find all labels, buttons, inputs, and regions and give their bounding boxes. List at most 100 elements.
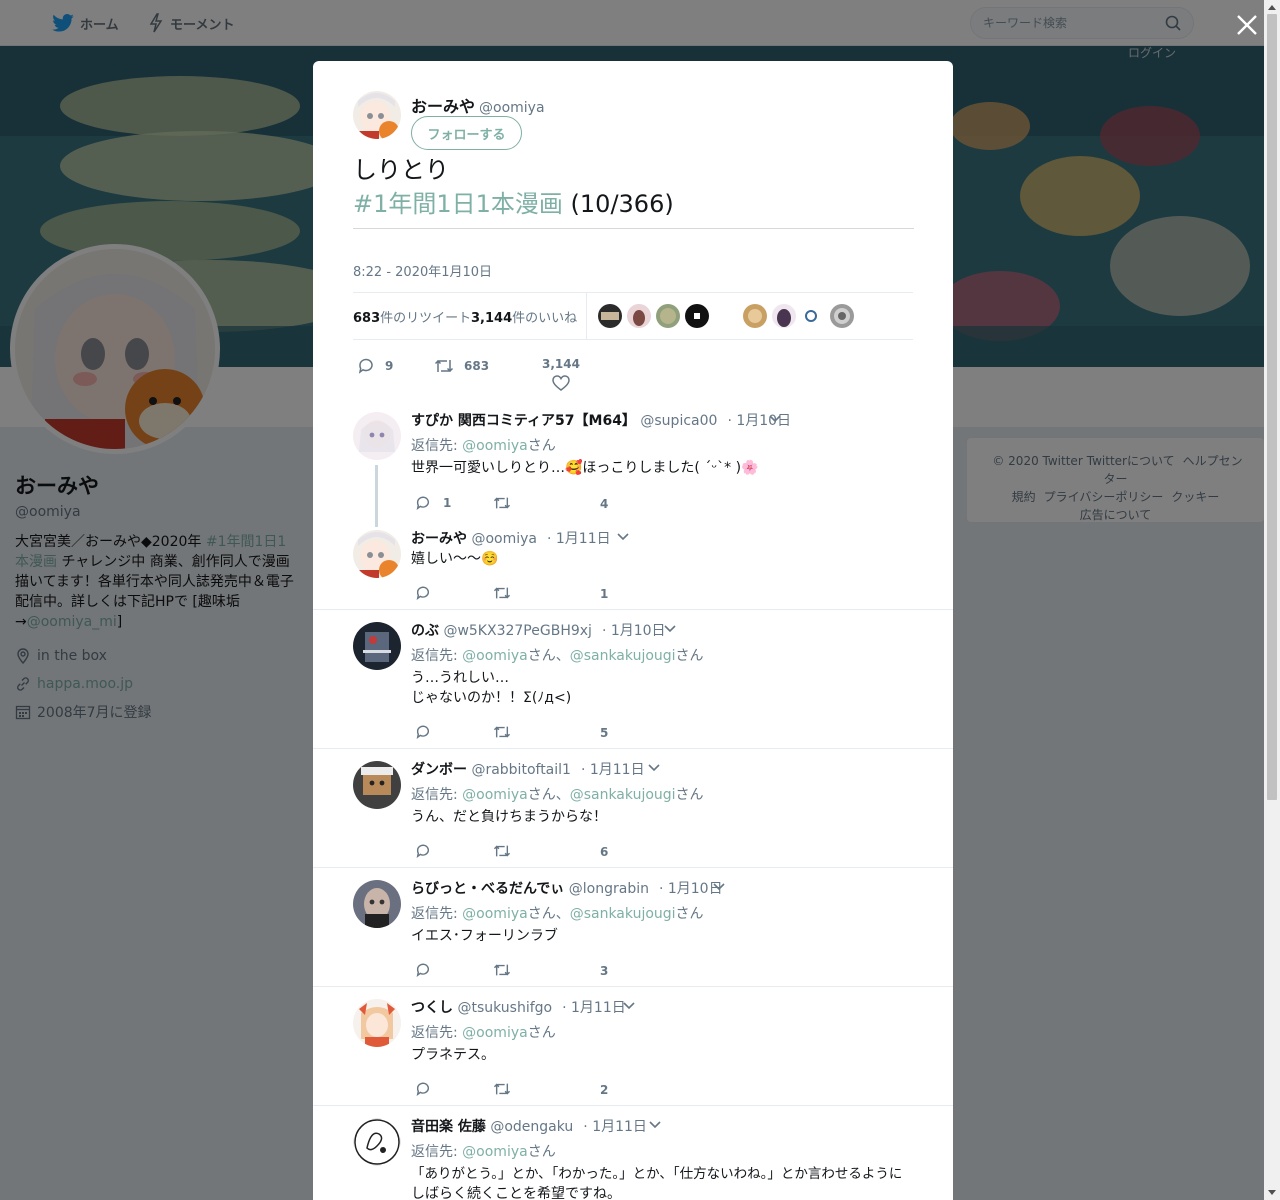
liker-avatar[interactable]	[627, 304, 651, 328]
like-button[interactable]: 3	[600, 964, 608, 978]
like-stat[interactable]: 3,144件のいいね	[471, 307, 577, 326]
chevron-down-icon[interactable]	[768, 414, 782, 424]
reply-author-name[interactable]: ダンボー	[411, 762, 467, 778]
tweet-timestamp[interactable]: 8:22 - 2020年1月10日	[353, 261, 492, 280]
chevron-down-icon[interactable]	[647, 763, 661, 773]
liker-avatar[interactable]	[830, 304, 854, 328]
retweet-stat-label: 件のリツイート	[380, 311, 472, 326]
reply-button[interactable]	[415, 962, 431, 978]
author-avatar[interactable]	[353, 91, 401, 139]
like-button[interactable]: 5	[600, 726, 608, 740]
reply-avatar[interactable]	[353, 622, 401, 670]
reply-author-name[interactable]: おーみや	[411, 531, 467, 547]
retweet-stat[interactable]: 683件のリツイート	[353, 307, 471, 326]
chevron-down-icon[interactable]	[663, 624, 677, 634]
reply-san: さん	[527, 787, 556, 803]
reply-author-name[interactable]: つくし	[411, 1000, 453, 1016]
like-button[interactable]: 3,144	[542, 357, 580, 391]
chevron-down-icon[interactable]	[622, 1001, 636, 1011]
reply-to: 返信先: @oomiyaさん、@sankakujougiさん	[411, 903, 704, 923]
reply-tweet[interactable]: のぶ @w5KX327PeGBH9xj · 1月10日 返信先: @oomiyaさ…	[313, 609, 953, 748]
reply-author-handle[interactable]: @oomiya	[471, 531, 537, 547]
reply-button[interactable]	[415, 1081, 431, 1097]
scrollbar-thumb[interactable]	[1267, 14, 1277, 800]
follow-button[interactable]: フォローする	[411, 116, 522, 150]
retweet-button[interactable]	[493, 962, 511, 978]
reply-tweet[interactable]: つくし @tsukushifgo · 1月11日 返信先: @oomiyaさん プ…	[313, 986, 953, 1105]
scroll-down-arrow-icon[interactable]	[1268, 1188, 1276, 1196]
reply-avatar[interactable]	[353, 1118, 401, 1166]
reply-mention-link[interactable]: @sankakujougi	[570, 787, 676, 803]
chevron-down-icon[interactable]	[712, 882, 726, 892]
scroll-up-arrow-icon[interactable]	[1268, 4, 1276, 12]
reply-avatar[interactable]	[353, 530, 401, 578]
liker-avatar[interactable]	[598, 304, 622, 328]
reply-mention-link[interactable]: @sankakujougi	[570, 906, 676, 922]
reply-tweet[interactable]: らびっと・べるだんでぃ @longrabin · 1月10日 返信先: @oomi…	[313, 867, 953, 986]
reply-author-name[interactable]: のぶ	[411, 623, 439, 639]
reply-button[interactable]: 9	[357, 357, 393, 375]
liker-avatar[interactable]	[656, 304, 680, 328]
reply-avatar[interactable]	[353, 761, 401, 809]
retweet-button[interactable]	[493, 585, 511, 601]
reply-author-handle[interactable]: @odengaku	[490, 1119, 573, 1135]
author-name[interactable]: おーみや	[411, 97, 475, 116]
close-icon[interactable]	[1234, 12, 1260, 38]
chevron-down-icon[interactable]	[616, 532, 630, 542]
reply-mention-link[interactable]: @oomiya	[462, 787, 528, 803]
reply-author-handle[interactable]: @w5KX327PeGBH9xj	[443, 623, 591, 639]
reply-author-handle[interactable]: @rabbitoftail1	[471, 762, 571, 778]
reply-date[interactable]: · 1月11日	[583, 1119, 647, 1135]
author-name-row[interactable]: おーみや @oomiya	[411, 93, 545, 117]
like-button[interactable]: 2	[600, 1083, 608, 1097]
reply-tweet[interactable]: ダンボー @rabbitoftail1 · 1月11日 返信先: @oomiyaさ…	[313, 748, 953, 867]
reply-tweet[interactable]: おーみや @oomiya · 1月11日 嬉しい〜〜☺️ 1	[313, 518, 953, 609]
retweet-button[interactable]	[493, 495, 511, 511]
reply-date[interactable]: · 1月11日	[562, 1000, 626, 1016]
reply-mention-link[interactable]: @oomiya	[462, 438, 528, 454]
reply-author-handle[interactable]: @tsukushifgo	[457, 1000, 552, 1016]
retweet-button[interactable]	[493, 843, 511, 859]
reply-date[interactable]: · 1月11日	[581, 762, 645, 778]
reply-mention-link[interactable]: @sankakujougi	[570, 648, 676, 664]
reply-icon	[416, 586, 430, 600]
reply-author-name[interactable]: らびっと・べるだんでぃ	[411, 881, 564, 897]
page-scrollbar[interactable]	[1264, 0, 1280, 1200]
reply-author-handle[interactable]: @supica00	[640, 413, 717, 429]
reply-tweet[interactable]: すぴか 関西コミティア57【M64】 @supica00 · 1月10日 返信先:…	[313, 400, 953, 518]
reply-avatar[interactable]	[353, 880, 401, 928]
like-button[interactable]: 1	[600, 587, 608, 601]
reply-author-handle[interactable]: @longrabin	[569, 881, 649, 897]
reply-button[interactable]	[415, 724, 431, 740]
author-handle[interactable]: @oomiya	[479, 100, 545, 116]
reply-tweet[interactable]: 音田楽 佐藤 @odengaku · 1月11日 返信先: @oomiyaさん 「…	[313, 1105, 953, 1200]
reply-button[interactable]	[415, 585, 431, 601]
retweet-button[interactable]: 683	[434, 357, 489, 375]
like-button[interactable]: 4	[600, 497, 608, 511]
retweet-button[interactable]	[493, 724, 511, 740]
liker-avatar[interactable]	[772, 304, 796, 328]
reply-mention-link[interactable]: @oomiya	[462, 1144, 528, 1160]
reply-date[interactable]: · 1月10日	[602, 623, 666, 639]
reply-button[interactable]: 1	[415, 495, 451, 511]
reply-icon	[416, 844, 430, 858]
liker-avatar[interactable]	[801, 304, 825, 328]
reply-author-name[interactable]: 音田楽 佐藤	[411, 1119, 486, 1135]
like-button[interactable]: 6	[600, 845, 608, 859]
reply-mention-link[interactable]: @oomiya	[462, 906, 528, 922]
reply-text: う…うれしい… じゃないのか！！Σ(ﾉд<)	[411, 668, 921, 708]
reply-header: 音田楽 佐藤 @odengaku · 1月11日	[411, 1116, 647, 1136]
reply-header: のぶ @w5KX327PeGBH9xj · 1月10日	[411, 620, 666, 640]
reply-avatar[interactable]	[353, 999, 401, 1047]
reply-author-name[interactable]: すぴか 関西コミティア57【M64】	[411, 413, 636, 429]
reply-mention-link[interactable]: @oomiya	[462, 1025, 528, 1041]
chevron-down-icon[interactable]	[648, 1120, 662, 1130]
reply-avatar[interactable]	[353, 412, 401, 460]
reply-button[interactable]	[415, 843, 431, 859]
liker-avatar[interactable]	[743, 304, 767, 328]
liker-avatar[interactable]	[685, 304, 709, 328]
reply-mention-link[interactable]: @oomiya	[462, 648, 528, 664]
tweet-hashtag-link[interactable]: #1年間1日1本漫画	[353, 190, 563, 218]
reply-date[interactable]: · 1月11日	[547, 531, 611, 547]
retweet-button[interactable]	[493, 1081, 511, 1097]
